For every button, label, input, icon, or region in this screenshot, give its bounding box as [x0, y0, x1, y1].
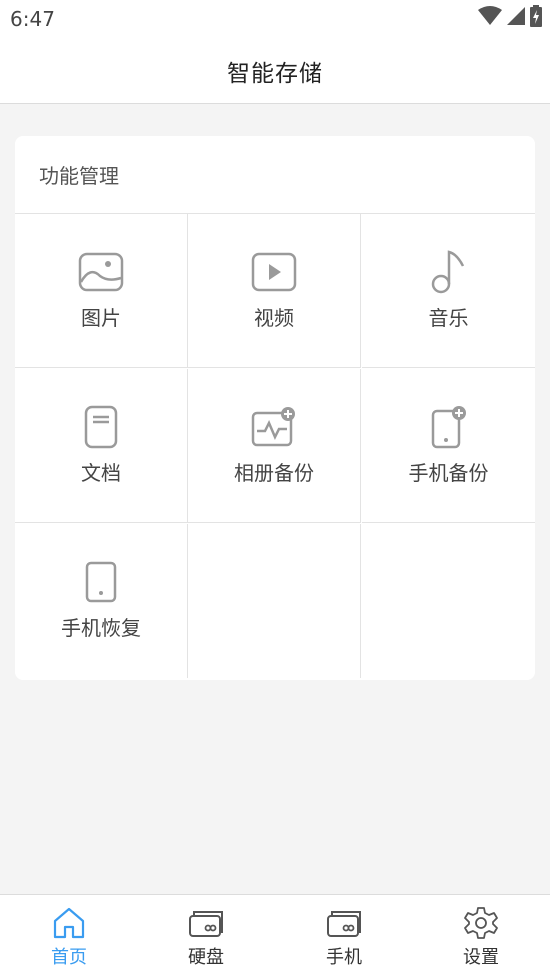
signal-icon	[506, 6, 526, 30]
grid-empty-cell	[188, 524, 361, 678]
tab-home[interactable]: 首页	[0, 895, 138, 979]
status-icons	[478, 5, 542, 31]
bottom-tab-bar: 首页 硬盘 手机 设置	[0, 894, 550, 979]
grid-item-label: 视频	[254, 306, 294, 330]
wifi-icon	[478, 6, 502, 30]
function-grid: 图片 视频 音乐 文档 相册备份 手机备份 手机恢复	[15, 213, 535, 678]
album-backup-icon	[250, 403, 298, 451]
grid-item-label: 图片	[81, 306, 121, 330]
status-bar: 6:47	[0, 0, 550, 38]
disk-icon	[187, 904, 225, 942]
status-time: 6:47	[10, 7, 55, 31]
grid-item-album-backup[interactable]: 相册备份	[188, 369, 361, 523]
tab-phone[interactable]: 手机	[275, 895, 413, 979]
card-title: 功能管理	[39, 164, 119, 188]
grid-item-documents[interactable]: 文档	[15, 369, 188, 523]
document-icon	[77, 403, 125, 451]
phone-disk-icon	[325, 904, 363, 942]
page-title: 智能存储	[227, 60, 323, 87]
gear-icon	[462, 904, 500, 942]
grid-item-videos[interactable]: 视频	[188, 214, 361, 368]
grid-item-music[interactable]: 音乐	[362, 214, 535, 368]
image-icon	[77, 248, 125, 296]
phone-restore-icon	[77, 558, 125, 606]
grid-item-label: 手机备份	[408, 461, 489, 485]
grid-item-label: 相册备份	[234, 461, 314, 485]
grid-item-phone-backup[interactable]: 手机备份	[362, 369, 535, 523]
phone-backup-icon	[425, 403, 473, 451]
battery-icon	[530, 5, 542, 31]
grid-item-label: 文档	[81, 461, 121, 485]
tab-label: 首页	[51, 947, 87, 968]
music-icon	[425, 248, 473, 296]
home-icon	[50, 904, 88, 942]
video-icon	[250, 248, 298, 296]
grid-empty-cell	[362, 524, 535, 678]
grid-item-label: 手机恢复	[61, 616, 141, 640]
app-header: 智能存储	[0, 38, 550, 104]
tab-label: 设置	[463, 947, 499, 968]
grid-item-phone-restore[interactable]: 手机恢复	[15, 524, 188, 678]
function-card: 功能管理 图片 视频 音乐 文档 相册备份 手机备份 手机恢复	[15, 136, 535, 680]
tab-disk[interactable]: 硬盘	[137, 895, 275, 979]
tab-label: 手机	[326, 947, 362, 968]
tab-settings[interactable]: 设置	[412, 895, 550, 979]
grid-item-images[interactable]: 图片	[15, 214, 188, 368]
grid-item-label: 音乐	[428, 306, 469, 330]
tab-label: 硬盘	[188, 947, 224, 968]
